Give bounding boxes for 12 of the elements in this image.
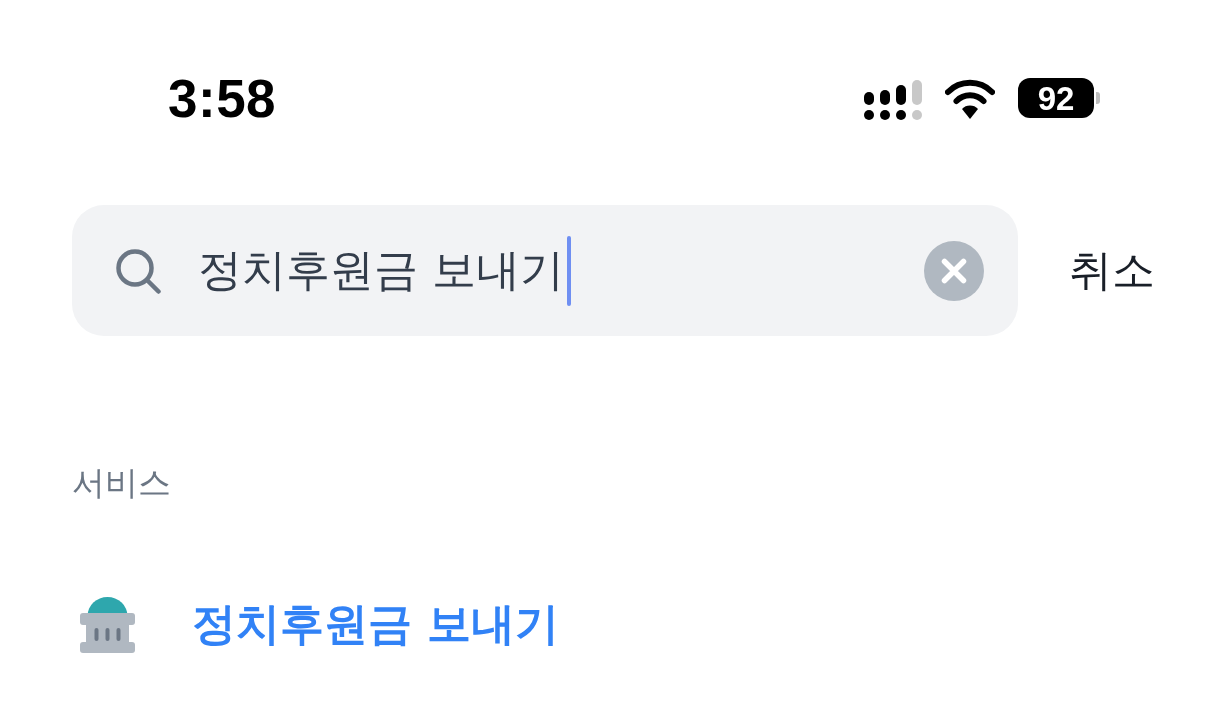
close-icon xyxy=(924,240,984,301)
signal-icon xyxy=(864,80,922,120)
search-field[interactable]: 정치후원금 보내기 xyxy=(72,205,1018,336)
wifi-icon xyxy=(945,77,995,119)
search-icon xyxy=(115,247,161,294)
clear-button[interactable] xyxy=(924,240,984,301)
service-item[interactable]: 정치후원금 보내기 xyxy=(80,596,560,653)
battery-indicator: 92 xyxy=(1018,78,1100,118)
building-icon xyxy=(80,596,135,653)
status-time: 3:58 xyxy=(168,71,277,125)
section-title: 서비스 xyxy=(72,463,171,503)
cancel-button[interactable]: 취소 xyxy=(1069,244,1155,297)
